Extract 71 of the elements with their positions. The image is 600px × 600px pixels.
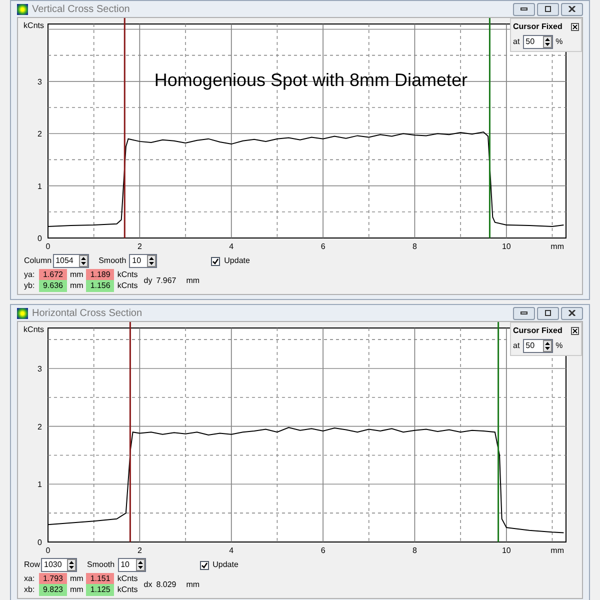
tick-label: 3 (38, 364, 42, 374)
unit-label: mm (70, 573, 84, 585)
tick-label: 2 (137, 242, 142, 251)
axis-label: kCnts (24, 325, 44, 334)
cursor-label: xa: (24, 573, 36, 585)
unit-label: kCnts (117, 573, 138, 585)
delta-value: 8.029 (156, 578, 178, 590)
tick-label: 3 (38, 77, 42, 86)
tick-label: 10 (502, 242, 511, 251)
position-spinbox[interactable]: 1054 (52, 254, 89, 268)
panel-title: Cursor Fixed (513, 21, 562, 33)
tick-label: 2 (137, 546, 142, 555)
axis-label: kCnts (24, 21, 44, 30)
cursor-label: yb: (24, 280, 36, 292)
tick-label: 4 (229, 242, 234, 251)
tick-label: 2 (38, 130, 42, 139)
chart-annotation: Homogenious Spot with 8mm Diameter (154, 70, 468, 90)
unit-label: mm (70, 280, 84, 292)
unit-label: mm (70, 269, 84, 281)
field-label: Row (24, 559, 40, 571)
axis-label: mm (550, 242, 564, 251)
cursor-position: 9.823 (39, 584, 67, 596)
checkbox-label: Update (212, 559, 238, 571)
field-label: at (513, 340, 520, 352)
unit-label: kCnts (117, 584, 138, 596)
window-title: Vertical Cross Section (32, 2, 130, 16)
unit-label: mm (70, 584, 84, 596)
field-label: at (513, 36, 520, 48)
cursor-label: xb: (24, 584, 36, 596)
percent-spinbox[interactable]: 50 (522, 339, 553, 353)
cursor-position: 1.672 (39, 269, 67, 281)
tick-label: 0 (38, 234, 42, 243)
cursor-value: 1.156 (86, 280, 114, 292)
field-label: Smooth (87, 559, 115, 571)
axis-label: mm (550, 546, 564, 555)
delta-label: dy (144, 274, 152, 286)
unit-label: % (556, 36, 563, 48)
panel-title: Cursor Fixed (513, 325, 562, 337)
unit-label: mm (186, 578, 200, 590)
tick-label: 0 (46, 242, 50, 251)
tick-label: 0 (46, 546, 50, 555)
cursor-label: ya: (24, 269, 36, 281)
cursor-value: 1.125 (86, 584, 114, 596)
tick-label: 6 (320, 546, 326, 555)
smooth-spinbox[interactable]: 10 (118, 558, 146, 572)
tick-label: 1 (38, 480, 42, 490)
unit-label: kCnts (117, 280, 138, 292)
delta-value: 7.967 (156, 274, 178, 286)
field-label: Column (24, 255, 52, 267)
tick-label: 8 (412, 546, 417, 555)
unit-label: % (556, 340, 563, 352)
cursor-position: 1.793 (39, 573, 67, 585)
cursor-value: 1.189 (86, 269, 114, 281)
tick-label: 2 (38, 422, 42, 432)
tick-label: 6 (320, 242, 326, 251)
tick-label: 1 (38, 182, 42, 191)
window-title: Horizontal Cross Section (32, 306, 142, 320)
percent-spinbox[interactable]: 50 (522, 35, 553, 49)
unit-label: kCnts (117, 269, 138, 281)
smooth-spinbox[interactable]: 10 (129, 254, 158, 268)
cursor-position: 9.636 (39, 280, 67, 292)
position-spinbox[interactable]: 1030 (41, 558, 78, 572)
cursor-value: 1.151 (86, 573, 114, 585)
tick-label: 8 (412, 242, 417, 251)
tick-label: 10 (502, 546, 511, 555)
delta-label: dx (144, 578, 152, 590)
checkbox-label: Update (224, 255, 250, 267)
tick-label: 0 (38, 538, 42, 547)
tick-label: 4 (229, 546, 234, 555)
unit-label: mm (186, 274, 200, 286)
field-label: Smooth (98, 255, 126, 267)
